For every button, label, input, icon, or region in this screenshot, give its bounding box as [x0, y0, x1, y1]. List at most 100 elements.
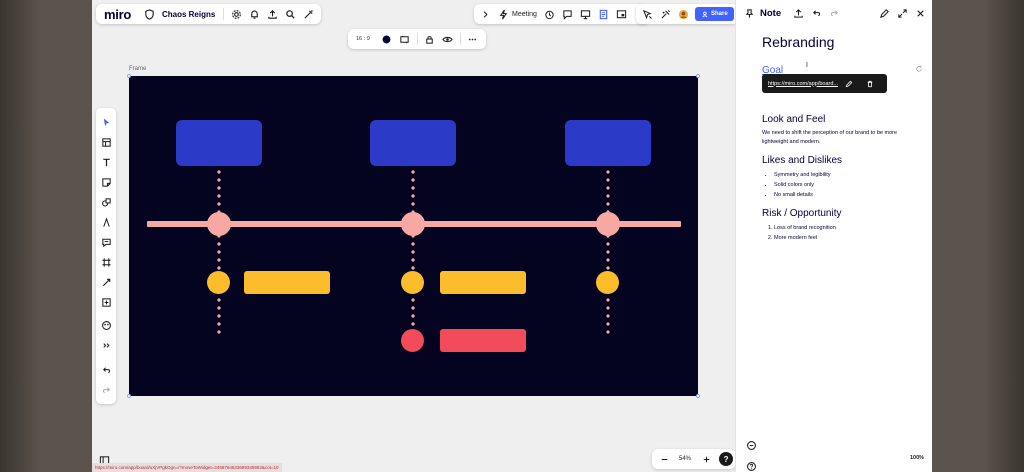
close-icon[interactable]	[911, 4, 929, 22]
risk-bar[interactable]	[440, 329, 526, 352]
screen-icon[interactable]	[613, 5, 631, 23]
export-icon[interactable]	[789, 4, 807, 22]
trash-icon[interactable]	[860, 75, 882, 93]
help-icon[interactable]	[742, 457, 760, 472]
apps-icon[interactable]	[97, 316, 115, 334]
section-heading[interactable]: Likes and Dislikes	[762, 155, 922, 166]
avatar[interactable]	[674, 5, 692, 23]
pin-icon[interactable]	[740, 4, 758, 22]
note-title[interactable]: Rebranding	[762, 34, 922, 50]
templates-icon[interactable]	[97, 133, 115, 151]
lightning-icon[interactable]	[494, 5, 512, 23]
section-heading[interactable]: Look and Feel	[762, 114, 922, 125]
board-canvas[interactable]: miro Chaos Reigns 16 : 9 Meeting Share F…	[92, 0, 738, 472]
chevron-right-icon[interactable]	[476, 5, 494, 23]
cursor-icon[interactable]	[638, 5, 656, 23]
milestone-card[interactable]	[370, 120, 456, 166]
shield-icon	[141, 5, 159, 23]
frame[interactable]	[127, 74, 700, 398]
link-status-bar: https://miro.com/app/board/uXjVPgkOgn=/?…	[92, 463, 282, 472]
more-tools-icon[interactable]	[97, 336, 115, 354]
note-zoom-level[interactable]: 100%	[910, 455, 924, 461]
upload-tool-icon[interactable]	[97, 293, 115, 311]
timeline-node[interactable]	[207, 212, 231, 236]
chat-icon[interactable]	[742, 436, 760, 454]
dotted-connector	[217, 168, 221, 338]
milestone-card[interactable]	[565, 120, 651, 166]
frame-toolbar: 16 : 9	[348, 29, 486, 49]
reactions-icon[interactable]	[656, 5, 674, 23]
zoom-in-icon[interactable]	[697, 450, 715, 468]
section-body[interactable]: We need to shift the perception of our b…	[762, 129, 922, 147]
resize-handle[interactable]	[696, 394, 700, 398]
miro-logo[interactable]: miro	[104, 7, 131, 22]
zoom-level[interactable]: 54%	[679, 456, 691, 462]
section-heading[interactable]: Risk / Opportunity	[762, 208, 922, 219]
pen-tool-icon[interactable]	[97, 213, 115, 231]
bullet-list[interactable]: Symmetry and legibility Solid colors onl…	[762, 170, 922, 200]
search-icon[interactable]	[281, 5, 299, 23]
task-bar[interactable]	[244, 271, 330, 294]
timeline-node[interactable]	[596, 212, 620, 236]
numbered-list[interactable]: Loss of brand recognition More modern fe…	[762, 223, 922, 243]
note-panel: Note Rebranding Goal I https://miro.com/…	[735, 0, 932, 472]
task-dot[interactable]	[207, 271, 230, 294]
resize-handle[interactable]	[127, 394, 131, 398]
aspect-ratio[interactable]: 16 : 9	[356, 36, 370, 42]
note-content[interactable]: Rebranding Goal I https://miro.com/app/b…	[762, 34, 922, 251]
comment-tool-icon[interactable]	[97, 233, 115, 251]
connection-line-icon[interactable]	[97, 273, 115, 291]
shapes-icon[interactable]	[97, 193, 115, 211]
resize-handle[interactable]	[127, 74, 131, 78]
risk-dot[interactable]	[401, 329, 424, 352]
board-name[interactable]: Chaos Reigns	[162, 10, 215, 19]
eye-icon[interactable]	[439, 30, 457, 48]
frame-label[interactable]: Frame	[129, 66, 146, 72]
list-item[interactable]: Solid colors only	[774, 180, 922, 190]
edit-mode-icon[interactable]	[875, 4, 893, 22]
task-dot[interactable]	[596, 271, 619, 294]
undo-icon[interactable]	[97, 361, 115, 379]
text-tool-icon[interactable]	[97, 153, 115, 171]
timer-icon[interactable]	[541, 5, 559, 23]
color-swatch-icon[interactable]	[378, 30, 396, 48]
comment-icon[interactable]	[559, 5, 577, 23]
share-button[interactable]: Share	[695, 7, 734, 21]
gear-icon[interactable]	[227, 5, 245, 23]
divider	[459, 33, 461, 45]
list-item[interactable]: More modern feel	[774, 233, 922, 243]
redo-icon[interactable]	[97, 381, 115, 399]
upload-icon[interactable]	[263, 5, 281, 23]
magic-icon[interactable]	[299, 5, 317, 23]
link-url[interactable]: https://miro.com/app/board...	[768, 81, 838, 87]
redo-icon[interactable]	[825, 4, 843, 22]
list-item[interactable]: No small details	[774, 190, 922, 200]
milestone-card[interactable]	[176, 120, 262, 166]
frame-icon[interactable]	[396, 30, 414, 48]
dotted-connector	[411, 168, 415, 338]
meeting-button[interactable]: Meeting	[512, 11, 537, 18]
help-button[interactable]: ?	[719, 452, 734, 466]
divider	[223, 8, 225, 20]
bell-icon[interactable]	[245, 5, 263, 23]
refresh-icon[interactable]	[910, 60, 928, 78]
note-panel-header: Note	[736, 0, 932, 26]
undo-icon[interactable]	[807, 4, 825, 22]
task-bar[interactable]	[440, 271, 526, 294]
zoom-out-icon[interactable]	[655, 450, 673, 468]
note-icon[interactable]	[595, 5, 613, 23]
lock-icon[interactable]	[421, 30, 439, 48]
expand-icon[interactable]	[893, 4, 911, 22]
more-options-icon[interactable]	[464, 30, 482, 48]
timeline-node[interactable]	[401, 212, 425, 236]
miro-app: miro Chaos Reigns 16 : 9 Meeting Share F…	[92, 0, 932, 472]
frame-tool-icon[interactable]	[97, 253, 115, 271]
select-tool-icon[interactable]	[97, 113, 115, 131]
sticky-note-icon[interactable]	[97, 173, 115, 191]
list-item[interactable]: Symmetry and legibility	[774, 170, 922, 180]
present-icon[interactable]	[577, 5, 595, 23]
resize-handle[interactable]	[696, 74, 700, 78]
list-item[interactable]: Loss of brand recognition	[774, 223, 922, 233]
pencil-icon[interactable]	[838, 75, 860, 93]
task-dot[interactable]	[401, 271, 424, 294]
